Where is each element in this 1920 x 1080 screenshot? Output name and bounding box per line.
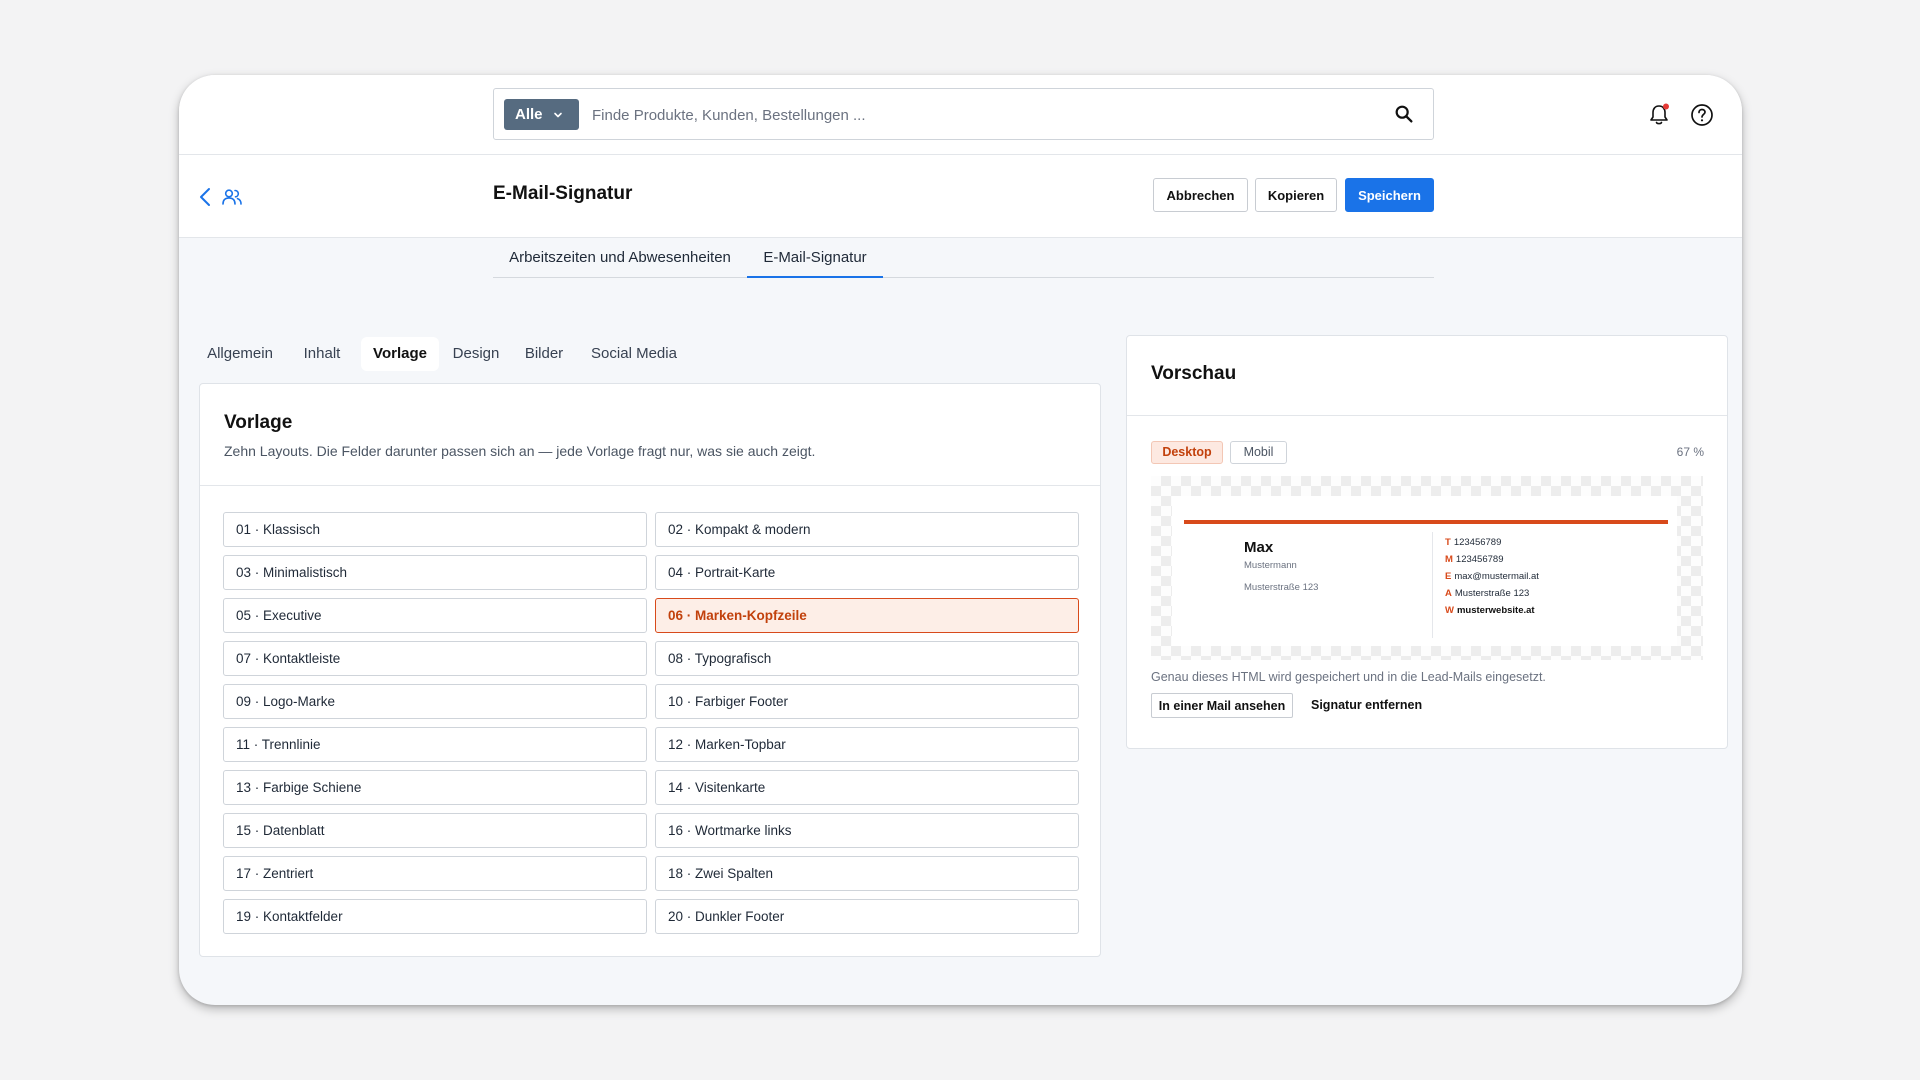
subtab-allgemein[interactable]: Allgemein [197, 337, 283, 371]
signature-contact-row: Wmusterwebsite.at [1445, 605, 1539, 622]
search-scope-dropdown[interactable]: Alle [504, 99, 579, 130]
preview-header: Vorschau [1127, 336, 1727, 416]
template-option[interactable]: 15 · Datenblatt [223, 813, 647, 848]
preview-note: Genau dieses HTML wird gespeichert und i… [1151, 670, 1546, 684]
template-option[interactable]: 05 · Executive [223, 598, 647, 633]
template-option[interactable]: 19 · Kontaktfelder [223, 899, 647, 934]
signature-contact-value: max@mustermail.at [1454, 571, 1539, 582]
template-panel-description: Zehn Layouts. Die Felder darunter passen… [224, 443, 816, 459]
signature-address: Musterstraße 123 [1244, 582, 1319, 593]
search-input[interactable] [592, 99, 1372, 131]
main-tabs: Arbeitszeiten und Abwesenheiten E-Mail-S… [493, 238, 1434, 278]
remove-signature-button[interactable]: Signatur entfernen [1303, 693, 1430, 718]
signature-contacts: T 123456789 M 123456789 Emax@mustermail.at A M… [1445, 537, 1539, 622]
signature-contact-value: musterwebsite.at [1456, 605, 1535, 616]
subtab-inhalt[interactable]: Inhalt [287, 337, 357, 371]
copy-button[interactable]: Kopieren [1255, 178, 1337, 212]
users-icon[interactable] [221, 186, 243, 208]
signature-contact-key: A [1445, 588, 1452, 599]
subtab-design[interactable]: Design [443, 337, 509, 371]
template-option[interactable]: 10 · Farbiger Footer [655, 684, 1079, 719]
template-option[interactable]: 08 · Typografisch [655, 641, 1079, 676]
search-icon[interactable] [1393, 103, 1415, 125]
global-search: Alle [493, 88, 1434, 140]
template-option[interactable]: 01 · Klassisch [223, 512, 647, 547]
help-icon[interactable] [1689, 102, 1715, 128]
template-option[interactable]: 18 · Zwei Spalten [655, 856, 1079, 891]
signature-contact-value: Musterstraße 123 [1454, 588, 1530, 599]
template-option[interactable]: 11 · Trennlinie [223, 727, 647, 762]
template-option[interactable]: 20 · Dunkler Footer [655, 899, 1079, 934]
subtab-vorlage[interactable]: Vorlage [361, 337, 439, 371]
tab-arbeitszeiten[interactable]: Arbeitszeiten und Abwesenheiten [493, 238, 747, 278]
signature-contact-key: T [1445, 537, 1451, 548]
preview-mobile-toggle[interactable]: Mobil [1230, 441, 1287, 464]
template-panel: Vorlage Zehn Layouts. Die Felder darunte… [199, 383, 1101, 957]
template-option[interactable]: 03 · Minimalistisch [223, 555, 647, 590]
signature-preview: Max Mustermann Musterstraße 123 T 1234567… [1172, 496, 1677, 646]
template-option[interactable]: 02 · Kompakt & modern [655, 512, 1079, 547]
page-header: E-Mail-Signatur Abbrechen Kopieren Speic… [179, 155, 1742, 238]
signature-brand-rule [1184, 520, 1668, 524]
page-title: E-Mail-Signatur [493, 183, 633, 204]
signature-contact-row: M 123456789 [1445, 554, 1539, 571]
signature-divider [1432, 532, 1433, 638]
preview-panel: Vorschau Desktop Mobil 67 % Max Musterma… [1126, 335, 1728, 749]
tab-email-signatur[interactable]: E-Mail-Signatur [747, 238, 883, 278]
template-option[interactable]: 04 · Portrait-Karte [655, 555, 1079, 590]
signature-contact-value: 123456789 [1455, 554, 1504, 565]
search-scope-label: Alle [515, 106, 543, 123]
template-option[interactable]: 09 · Logo-Marke [223, 684, 647, 719]
template-option[interactable]: 17 · Zentriert [223, 856, 647, 891]
signature-contact-key: E [1445, 571, 1452, 582]
signature-contact-row: A Musterstraße 123 [1445, 588, 1539, 605]
subtab-social-media[interactable]: Social Media [579, 337, 689, 371]
signature-contact-value: 123456789 [1453, 537, 1502, 548]
save-button[interactable]: Speichern [1345, 178, 1434, 212]
signature-name: Max [1244, 539, 1274, 556]
signature-contact-row: Emax@mustermail.at [1445, 571, 1539, 588]
preview-zoom: 67 % [1676, 445, 1704, 459]
template-option[interactable]: 13 · Farbige Schiene [223, 770, 647, 805]
cancel-button[interactable]: Abbrechen [1153, 178, 1248, 212]
template-option[interactable]: 12 · Marken-Topbar [655, 727, 1079, 762]
back-arrow-icon[interactable] [196, 186, 216, 208]
app-window: Alle Finde Produkte, Kunden, Bestellunge… [179, 75, 1742, 1005]
signature-contact-key: W [1445, 605, 1454, 616]
top-bar: Alle [179, 75, 1742, 155]
template-option[interactable]: 06 · Marken-Kopfzeile [655, 598, 1079, 633]
template-panel-title: Vorlage [224, 412, 293, 433]
template-option[interactable]: 14 · Visitenkarte [655, 770, 1079, 805]
preview-desktop-toggle[interactable]: Desktop [1151, 441, 1223, 464]
template-panel-header: Vorlage Zehn Layouts. Die Felder darunte… [200, 384, 1100, 486]
signature-contact-key: M [1445, 554, 1453, 565]
notification-bell-icon[interactable] [1646, 102, 1672, 128]
preview-canvas: Max Mustermann Musterstraße 123 T 1234567… [1151, 476, 1703, 660]
signature-surname: Mustermann [1244, 560, 1297, 571]
subtab-bilder[interactable]: Bilder [513, 337, 575, 371]
view-in-mail-button[interactable]: In einer Mail ansehen [1151, 693, 1293, 718]
preview-title: Vorschau [1151, 363, 1237, 384]
signature-contact-row: T 123456789 [1445, 537, 1539, 554]
template-option[interactable]: 07 · Kontaktleiste [223, 641, 647, 676]
template-option[interactable]: 16 · Wortmarke links [655, 813, 1079, 848]
chevron-down-icon [553, 112, 562, 117]
